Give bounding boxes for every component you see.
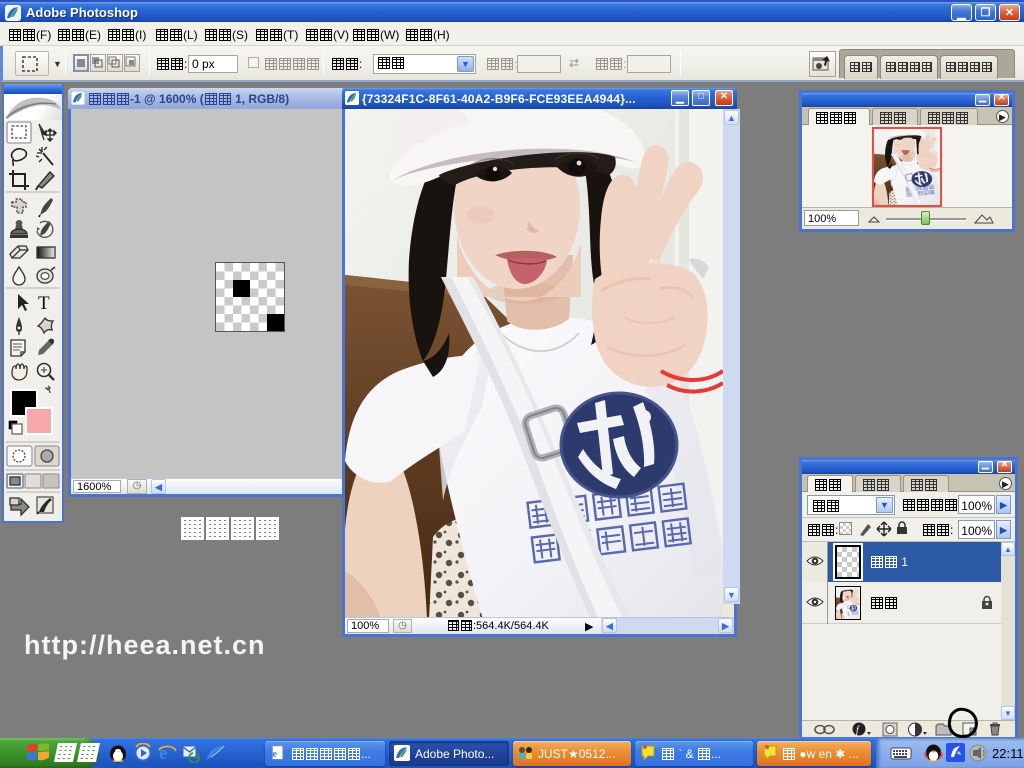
svg-text:T: T (38, 293, 50, 314)
svg-text:e: e (272, 749, 277, 760)
